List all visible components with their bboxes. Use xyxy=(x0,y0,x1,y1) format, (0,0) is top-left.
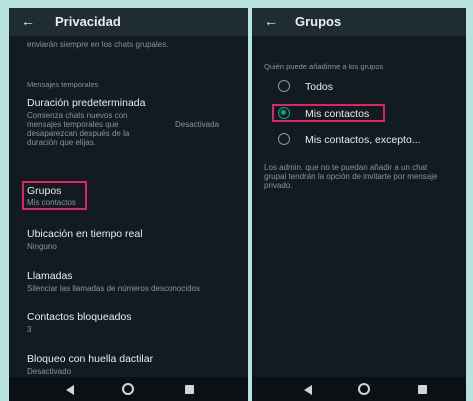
option-note: Los admin. que no te puedan añadir a un … xyxy=(264,163,428,172)
setting-value: Silenciar las llamadas de números descon… xyxy=(27,284,200,293)
home-circle-icon[interactable] xyxy=(358,383,370,395)
recents-square-icon[interactable] xyxy=(185,385,194,394)
radio-checked-icon[interactable] xyxy=(278,107,290,119)
option-label: Todos xyxy=(305,81,334,93)
setting-label: Llamadas xyxy=(27,270,73,282)
radio-unchecked-icon[interactable] xyxy=(278,80,290,92)
setting-label: Contactos bloqueados xyxy=(27,311,132,323)
setting-value: Desactivado xyxy=(27,367,72,376)
back-triangle-icon[interactable] xyxy=(304,385,312,395)
system-nav-bar xyxy=(9,377,248,401)
groups-screen: ← Grupos Quién puede añadirme a los grup… xyxy=(252,8,466,401)
recents-square-icon[interactable] xyxy=(418,385,427,394)
setting-value: Desactivada xyxy=(175,120,220,129)
home-circle-icon[interactable] xyxy=(122,383,134,395)
setting-label: Duración predeterminada xyxy=(27,97,146,109)
page-title: Grupos xyxy=(295,14,342,29)
page-title: Privacidad xyxy=(55,14,121,29)
option-label: Mis contactos, excepto... xyxy=(305,134,421,146)
arrow-left-icon[interactable]: ← xyxy=(21,14,35,28)
radio-unchecked-icon[interactable] xyxy=(278,133,290,145)
app-bar: ← Grupos xyxy=(252,8,466,36)
app-bar: ← Privacidad xyxy=(9,8,248,36)
setting-description: Comienza chats nuevos con xyxy=(27,111,128,120)
setting-value: Ninguno xyxy=(27,242,57,251)
settings-list: enviarán siempre en los chats grupales. … xyxy=(9,36,248,377)
back-triangle-icon[interactable] xyxy=(66,385,74,395)
setting-description: duración que elijas. xyxy=(27,138,96,147)
group-privacy-options: Quién puede añadirme a los grupos Todos … xyxy=(252,36,466,377)
setting-label: Ubicación en tiempo real xyxy=(27,228,143,240)
privacy-screen: ← Privacidad enviarán siempre en los cha… xyxy=(9,8,248,401)
setting-description: desaparezcan después de la xyxy=(27,129,130,138)
section-label: Quién puede añadirme a los grupos xyxy=(264,62,384,71)
option-note: grupal tendrán la opción de invitarte po… xyxy=(264,172,438,181)
system-nav-bar xyxy=(252,377,466,401)
partial-description: enviarán siempre en los chats grupales. xyxy=(27,40,169,49)
setting-description: mensajes temporales que xyxy=(27,120,119,129)
option-label: Mis contactos xyxy=(305,108,370,120)
arrow-left-icon[interactable]: ← xyxy=(264,14,278,28)
setting-value: 3 xyxy=(27,325,32,334)
option-note: privado. xyxy=(264,181,293,190)
section-label: Mensajes temporales xyxy=(27,80,99,89)
setting-value: Mis contactos xyxy=(27,198,76,207)
setting-label: Grupos xyxy=(27,185,62,197)
screenshot-frame: ← Privacidad enviarán siempre en los cha… xyxy=(0,0,473,401)
setting-label: Bloqueo con huella dactilar xyxy=(27,353,154,365)
